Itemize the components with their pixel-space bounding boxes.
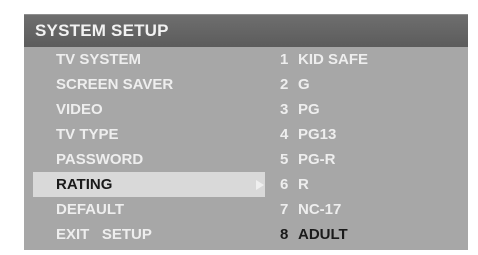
option-number: 8 (280, 226, 289, 243)
rating-option-r[interactable]: 6R (280, 172, 309, 197)
menu-row-exit-setup: EXIT SETUP 8 ADULT (24, 222, 468, 247)
rating-option-pg[interactable]: 3 PG (280, 97, 320, 122)
option-number: 6 (280, 176, 289, 193)
menu-row-tv-type: TV TYPE 4 PG13 (24, 122, 468, 147)
setup-menu-list: TV SYSTEM 1 KID SAFE SCREEN SAVER 2G VIDE… (24, 47, 468, 247)
rating-option-pg-r[interactable]: 5 PG-R (280, 147, 336, 172)
option-number: 7 (280, 201, 289, 218)
rating-option-nc-17[interactable]: 7 NC-17 (280, 197, 341, 222)
menu-row-rating: RATING 6R (24, 172, 468, 197)
menu-item-password[interactable]: PASSWORD (33, 147, 265, 172)
menu-row-password: PASSWORD 5 PG-R (24, 147, 468, 172)
menu-item-rating[interactable]: RATING (33, 172, 265, 197)
option-number: 5 (280, 151, 289, 168)
menu-title: SYSTEM SETUP (24, 15, 468, 47)
menu-item-screen-saver[interactable]: SCREEN SAVER (33, 72, 265, 97)
menu-item-tv-system[interactable]: TV SYSTEM (33, 47, 265, 72)
option-label: PG (298, 101, 320, 118)
option-label: PG-R (298, 151, 336, 168)
option-label: G (298, 76, 310, 93)
rating-option-adult[interactable]: 8 ADULT (280, 222, 348, 247)
option-label: R (298, 176, 309, 193)
menu-item-video[interactable]: VIDEO (33, 97, 265, 122)
rating-option-g[interactable]: 2G (280, 72, 310, 97)
system-setup-panel: SYSTEM SETUP TV SYSTEM 1 KID SAFE SCREEN … (24, 14, 468, 250)
option-label: NC-17 (298, 201, 342, 218)
menu-row-video: VIDEO 3 PG (24, 97, 468, 122)
option-number: 1 (280, 51, 289, 68)
menu-row-tv-system: TV SYSTEM 1 KID SAFE (24, 47, 468, 72)
menu-row-default: DEFAULT 7 NC-17 (24, 197, 468, 222)
menu-item-default[interactable]: DEFAULT (33, 197, 265, 222)
rating-option-pg13[interactable]: 4 PG13 (280, 122, 336, 147)
option-label: ADULT (298, 226, 348, 243)
option-number: 2 (280, 76, 289, 93)
option-label: KID SAFE (298, 51, 369, 68)
option-number: 4 (280, 126, 289, 143)
menu-row-screen-saver: SCREEN SAVER 2G (24, 72, 468, 97)
menu-item-tv-type[interactable]: TV TYPE (33, 122, 265, 147)
submenu-arrow-icon (256, 180, 264, 190)
option-label: PG13 (298, 126, 337, 143)
rating-option-kid-safe[interactable]: 1 KID SAFE (280, 47, 368, 72)
option-number: 3 (280, 101, 289, 118)
menu-item-exit-setup[interactable]: EXIT SETUP (33, 222, 265, 247)
